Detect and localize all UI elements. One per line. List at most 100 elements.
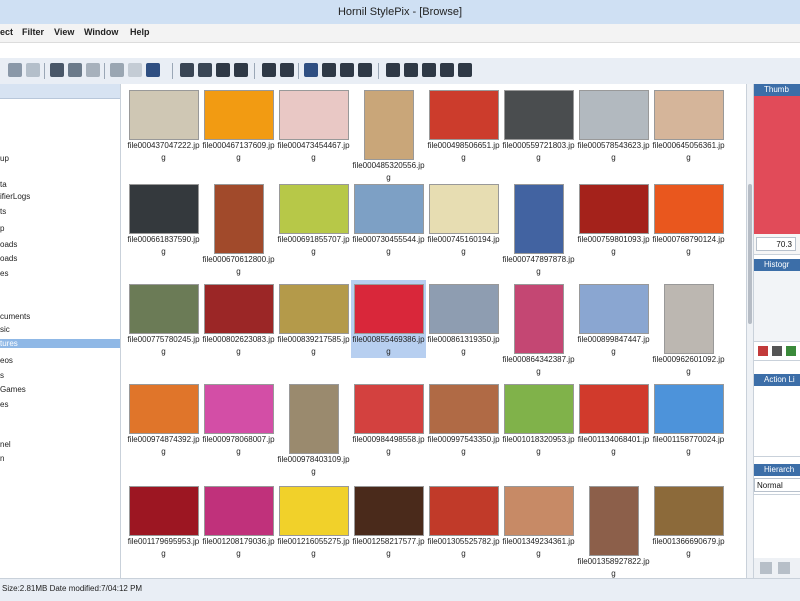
hierarchy-panel-header[interactable]: Hierarch	[754, 464, 800, 476]
image-preview[interactable]	[578, 184, 649, 234]
image-preview[interactable]	[213, 184, 264, 254]
menu-window[interactable]: Window	[84, 27, 118, 37]
red-channel-icon[interactable]	[758, 346, 768, 356]
histogram-panel-header[interactable]: Histogr	[754, 259, 800, 271]
image-preview[interactable]	[578, 384, 649, 434]
scrollbar-thumb[interactable]	[748, 184, 752, 324]
thumbnail[interactable]: file000861319350.jpg	[426, 284, 501, 358]
thumbnail[interactable]: file000768790124.jpg	[651, 184, 726, 258]
thumbnail[interactable]: file001208179036.jpg	[201, 486, 276, 560]
image-preview[interactable]	[353, 284, 424, 334]
view-grid-large-icon[interactable]	[304, 63, 318, 77]
thumbnail[interactable]: file000467137609.jpg	[201, 90, 276, 164]
image-preview[interactable]	[353, 184, 424, 234]
gray-channel-icon[interactable]	[772, 346, 782, 356]
undo-icon[interactable]	[110, 63, 124, 77]
image-preview[interactable]	[503, 90, 574, 140]
panel-icon[interactable]	[146, 63, 160, 77]
thumbnail[interactable]: file000974874392.jpg	[126, 384, 201, 458]
thumbnail[interactable]: file000962601092.jpg	[651, 284, 726, 378]
thumbnail[interactable]: file001358927822.jpg	[576, 486, 651, 578]
thumbnail[interactable]: file000747897878.jpg	[501, 184, 576, 278]
thumbnail[interactable]: file000775780245.jpg	[126, 284, 201, 358]
thumbnail[interactable]: file000978068007.jpg	[201, 384, 276, 458]
image-preview[interactable]	[203, 384, 274, 434]
thumbnail[interactable]: file000437047222.jpg	[126, 90, 201, 164]
image-preview[interactable]	[288, 384, 339, 454]
image-preview[interactable]	[128, 90, 199, 140]
image-preview[interactable]	[513, 184, 564, 254]
menu-select[interactable]: ect	[0, 27, 13, 37]
vertical-scrollbar[interactable]	[746, 84, 753, 578]
tree-item[interactable]: cuments	[0, 312, 30, 321]
image-preview[interactable]	[578, 284, 649, 334]
view-grid-icon[interactable]	[322, 63, 336, 77]
tree-item[interactable]: s	[0, 371, 4, 380]
thumbnail[interactable]: file000498506651.jpg	[426, 90, 501, 164]
tree-item[interactable]: eos	[0, 356, 13, 365]
image-preview[interactable]	[203, 284, 274, 334]
image-preview[interactable]	[588, 486, 639, 556]
tree-item[interactable]: ts	[0, 207, 6, 216]
copy-icon[interactable]	[68, 63, 82, 77]
flip-vertical-icon[interactable]	[404, 63, 418, 77]
image-preview[interactable]	[428, 284, 499, 334]
image-preview[interactable]	[203, 90, 274, 140]
refresh-icon[interactable]	[216, 63, 230, 77]
save-icon[interactable]	[234, 63, 248, 77]
image-preview[interactable]	[128, 384, 199, 434]
image-preview[interactable]	[363, 90, 414, 160]
tree-item[interactable]: n	[0, 454, 4, 463]
thumbnail[interactable]: file001216055275.jpg	[276, 486, 351, 560]
thumbnail[interactable]: file000839217585.jpg	[276, 284, 351, 358]
image-preview[interactable]	[428, 90, 499, 140]
thumbnail[interactable]: file000645056361.jpg	[651, 90, 726, 164]
flip-horizontal-icon[interactable]	[386, 63, 400, 77]
thumbnail[interactable]: file001018320953.jpg	[501, 384, 576, 458]
image-preview[interactable]	[503, 486, 574, 536]
thumbnail[interactable]: file000578543623.jpg	[576, 90, 651, 164]
tree-item[interactable]: es	[0, 400, 8, 409]
image-preview[interactable]	[353, 486, 424, 536]
tree-item[interactable]: es	[0, 269, 8, 278]
zoom-input[interactable]: 70.3	[756, 237, 796, 251]
thumbnail[interactable]: file000802623083.jpg	[201, 284, 276, 358]
image-preview[interactable]	[578, 90, 649, 140]
view-list-icon[interactable]	[358, 63, 372, 77]
green-channel-icon[interactable]	[786, 346, 796, 356]
menu-help[interactable]: Help	[130, 27, 150, 37]
thumbnail[interactable]: file000745160194.jpg	[426, 184, 501, 258]
image-preview[interactable]	[653, 384, 724, 434]
view-grid-small-icon[interactable]	[340, 63, 354, 77]
tree-item-pictures[interactable]: tures	[0, 339, 120, 348]
thumbnail[interactable]: file001179695953.jpg	[126, 486, 201, 560]
close-icon[interactable]	[26, 63, 40, 77]
thumbnail[interactable]: file000473454467.jpg	[276, 90, 351, 164]
tree-item[interactable]: oads	[0, 254, 17, 263]
thumbnail[interactable]: file000997543350.jpg	[426, 384, 501, 458]
thumbnail[interactable]: file000485320556.jpg	[351, 90, 426, 184]
image-preview[interactable]	[653, 486, 724, 536]
thumbnail-panel-header[interactable]: Thumb	[754, 84, 800, 96]
thumbnail[interactable]: file001134068401.jpg	[576, 384, 651, 458]
image-preview[interactable]	[128, 184, 199, 234]
thumbnail[interactable]: file000691855707.jpg	[276, 184, 351, 258]
tree-item[interactable]: ta	[0, 180, 7, 189]
menu-filter[interactable]: Filter	[22, 27, 44, 37]
rotate-right-icon[interactable]	[440, 63, 454, 77]
image-preview[interactable]	[663, 284, 714, 354]
thumbnail[interactable]: file000670612800.jpg	[201, 184, 276, 278]
image-preview[interactable]	[428, 184, 499, 234]
folder-open-icon[interactable]	[198, 63, 212, 77]
thumbnail[interactable]: file000864342387.jpg	[501, 284, 576, 378]
action-list-panel-header[interactable]: Action Li	[754, 374, 800, 386]
layer-delete-icon[interactable]	[778, 562, 790, 574]
tree-item[interactable]: nel	[0, 440, 11, 449]
image-preview[interactable]	[128, 486, 199, 536]
filter-icon[interactable]	[280, 63, 294, 77]
thumbnail[interactable]: file001258217577.jpg	[351, 486, 426, 560]
arrow-icon[interactable]	[8, 63, 22, 77]
image-preview[interactable]	[203, 486, 274, 536]
tree-item[interactable]: Games	[0, 385, 26, 394]
rotate-left-icon[interactable]	[422, 63, 436, 77]
